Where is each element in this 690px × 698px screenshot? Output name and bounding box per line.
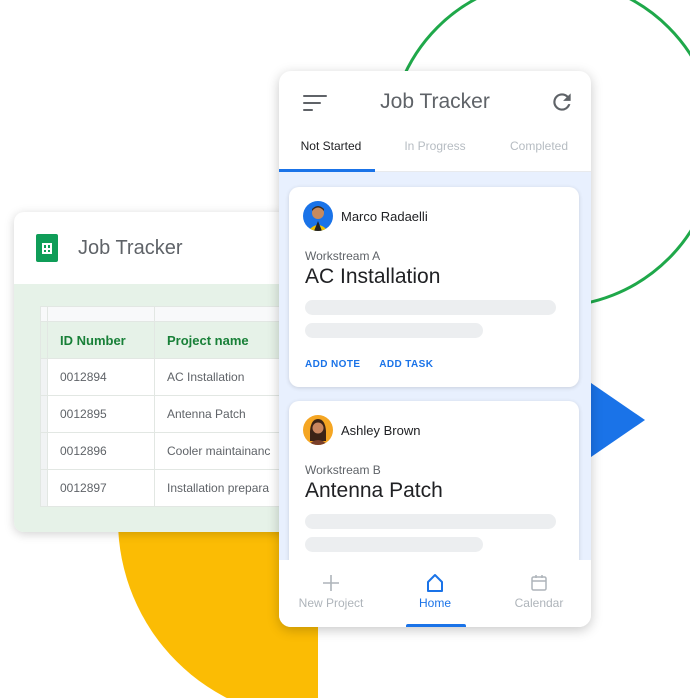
spreadsheet-grid-area: ID Number Project name 0012894 AC Instal… — [14, 284, 314, 532]
cell-id[interactable]: 0012895 — [47, 395, 155, 433]
workstream-label: Workstream A — [305, 249, 381, 263]
spreadsheet-title: Job Tracker — [78, 236, 183, 259]
tab-not-started[interactable]: Not Started — [279, 135, 383, 171]
job-list[interactable]: Marco Radaelli Workstream A AC Installat… — [279, 172, 591, 560]
spreadsheet-table: ID Number Project name 0012894 AC Instal… — [40, 306, 314, 507]
mobile-app-window: Job Tracker Not Started In Progress Comp… — [279, 71, 591, 627]
placeholder-line — [305, 323, 483, 338]
cell-id[interactable]: 0012894 — [47, 358, 155, 396]
workstream-label: Workstream B — [305, 463, 381, 477]
job-title: AC Installation — [305, 265, 441, 288]
nav-label: Home — [418, 596, 451, 610]
active-nav-indicator — [406, 624, 466, 627]
nav-label: Calendar — [514, 596, 564, 610]
placeholder-line — [305, 300, 556, 315]
nav-calendar[interactable]: Calendar — [487, 560, 591, 627]
job-card[interactable]: Ashley Brown Workstream B Antenna Patch — [289, 401, 579, 560]
cell-id[interactable]: 0012897 — [47, 469, 155, 507]
spreadsheet-header: Job Tracker — [14, 212, 314, 284]
avatar — [303, 415, 333, 445]
status-tabs: Not Started In Progress Completed — [279, 135, 591, 172]
column-header-id[interactable]: ID Number — [47, 321, 155, 359]
nav-label: New Project — [298, 596, 364, 610]
app-top-bar: Job Tracker — [279, 71, 591, 135]
placeholder-line — [305, 537, 483, 552]
assignee: Marco Radaelli — [303, 201, 428, 231]
card-actions: ADD NOTE ADD TASK — [305, 359, 449, 370]
table-row: 0012894 AC Installation — [40, 358, 314, 396]
cell-id[interactable]: 0012896 — [47, 432, 155, 470]
nav-new-project[interactable]: New Project — [279, 560, 383, 627]
add-note-button[interactable]: ADD NOTE — [305, 359, 360, 370]
refresh-icon[interactable] — [549, 89, 575, 115]
job-card[interactable]: Marco Radaelli Workstream A AC Installat… — [289, 187, 579, 387]
bottom-navigation: New Project Home Calendar — [279, 560, 591, 627]
placeholder-line — [305, 514, 556, 529]
app-title: Job Tracker — [380, 90, 490, 113]
calendar-icon — [487, 570, 591, 596]
assignee-name: Ashley Brown — [341, 422, 421, 438]
plus-icon — [279, 570, 383, 596]
job-title: Antenna Patch — [305, 479, 443, 502]
add-task-button[interactable]: ADD TASK — [379, 359, 433, 370]
avatar — [303, 201, 333, 231]
nav-home[interactable]: Home — [383, 560, 487, 627]
home-icon — [383, 570, 487, 596]
table-row: 0012896 Cooler maintainanc — [40, 432, 314, 470]
table-row: 0012895 Antenna Patch — [40, 395, 314, 433]
assignee: Ashley Brown — [303, 415, 420, 445]
sheets-icon — [36, 234, 58, 262]
tab-completed[interactable]: Completed — [487, 135, 591, 171]
tab-in-progress[interactable]: In Progress — [383, 135, 487, 171]
spreadsheet-card: Job Tracker ID Number Project name 00128… — [14, 212, 314, 532]
assignee-name: Marco Radaelli — [341, 208, 428, 224]
table-row: 0012897 Installation prepara — [40, 469, 314, 507]
